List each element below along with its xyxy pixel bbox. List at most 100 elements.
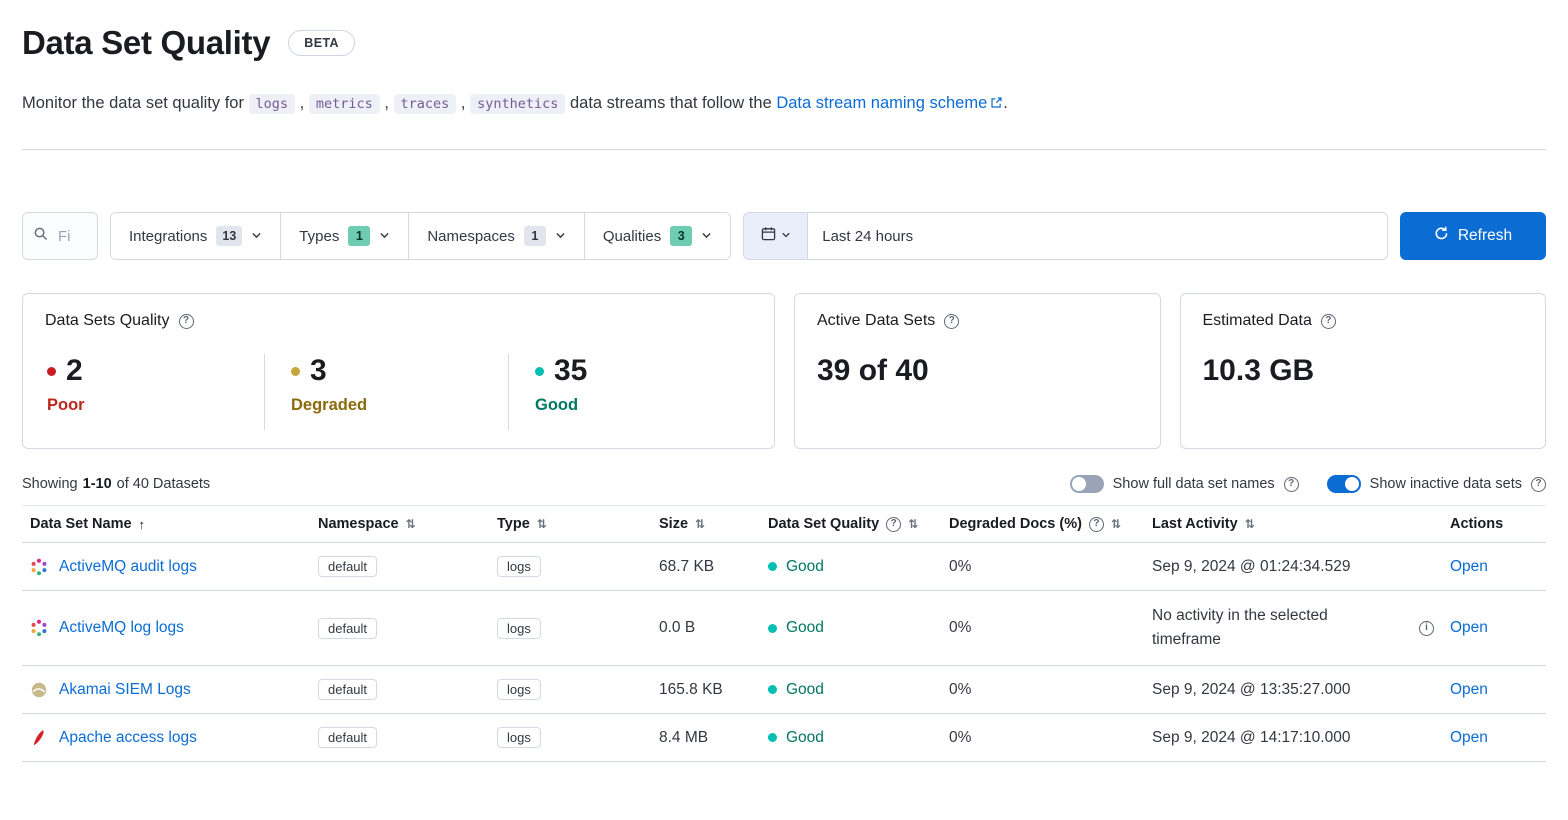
table-toggles: Show full data set names ? Show inactive… — [1070, 475, 1546, 493]
filter-namespaces[interactable]: Namespaces 1 — [408, 213, 584, 259]
page-title: Data Set Quality — [22, 24, 270, 62]
chevron-down-icon — [781, 227, 791, 245]
col-actions: Actions — [1442, 506, 1546, 543]
open-link[interactable]: Open — [1450, 619, 1488, 636]
refresh-button[interactable]: Refresh — [1400, 212, 1546, 260]
date-quick-select-button[interactable] — [744, 213, 808, 259]
show-inactive-switch[interactable] — [1327, 475, 1361, 493]
question-icon[interactable]: ? — [1531, 477, 1546, 492]
period: . — [1003, 94, 1008, 112]
filter-integrations[interactable]: Integrations 13 — [111, 213, 280, 259]
col-quality[interactable]: Data Set Quality? ⇅ — [760, 506, 941, 543]
namespace-badge: default — [318, 679, 377, 700]
col-actions-label: Actions — [1450, 516, 1503, 532]
stream-badge-traces: traces — [394, 94, 457, 114]
filter-label: Integrations — [129, 228, 207, 245]
search-box — [22, 212, 98, 260]
show-full-names-switch[interactable] — [1070, 475, 1104, 493]
size-value: 165.8 KB — [659, 681, 723, 698]
col-degraded-label: Degraded Docs (%) — [949, 516, 1082, 532]
panel-title: Active Data Sets — [817, 312, 935, 330]
type-badge: logs — [497, 618, 541, 639]
col-name[interactable]: Data Set Name↑ — [22, 506, 310, 543]
sortable-icon: ⇅ — [695, 517, 705, 531]
col-quality-label: Data Set Quality — [768, 516, 879, 532]
question-icon[interactable]: ? — [1284, 477, 1299, 492]
sortable-icon: ⇅ — [1245, 517, 1255, 531]
sortable-icon: ⇅ — [1111, 517, 1121, 531]
col-size[interactable]: Size⇅ — [651, 506, 760, 543]
filter-types[interactable]: Types 1 — [280, 213, 408, 259]
dataset-link[interactable]: Akamai SIEM Logs — [59, 681, 191, 699]
degraded-label: Degraded — [291, 396, 508, 415]
question-icon[interactable]: ? — [944, 314, 959, 329]
degraded-docs-value: 0% — [949, 619, 971, 636]
poor-value: 2 — [66, 354, 83, 388]
question-icon[interactable]: ? — [886, 517, 901, 532]
quality-value: Good — [786, 681, 824, 699]
sort-asc-icon: ↑ — [139, 517, 146, 532]
naming-scheme-link[interactable]: Data stream naming scheme — [776, 94, 987, 112]
quality-value: Good — [786, 729, 824, 747]
filter-count-badge: 13 — [216, 226, 242, 246]
estimated-data-panel: Estimated Data ? 10.3 GB — [1180, 293, 1547, 449]
stat-degraded: 3 Degraded — [264, 354, 508, 430]
table-row: ActiveMQ log logs default logs 0.0 B Goo… — [22, 591, 1546, 666]
timerange-value[interactable]: Last 24 hours — [808, 213, 927, 259]
dataset-link[interactable]: ActiveMQ audit logs — [59, 558, 197, 576]
size-value: 8.4 MB — [659, 729, 708, 746]
col-degraded[interactable]: Degraded Docs (%)? ⇅ — [941, 506, 1144, 543]
chevron-down-icon — [379, 228, 390, 245]
good-value: 35 — [554, 354, 587, 388]
poor-dot — [47, 367, 56, 376]
calendar-icon — [761, 226, 776, 246]
open-link[interactable]: Open — [1450, 558, 1488, 575]
datasets-table: Data Set Name↑ Namespace⇅ Type ⇅ Size⇅ Da… — [22, 505, 1546, 762]
sortable-icon: ⇅ — [406, 517, 416, 531]
degraded-value: 3 — [310, 354, 327, 388]
search-input[interactable] — [56, 227, 87, 246]
stream-badge-synthetics: synthetics — [470, 94, 565, 114]
page-header: Data Set Quality BETA — [22, 24, 1546, 62]
header-divider — [22, 149, 1546, 150]
question-icon[interactable]: ? — [179, 314, 194, 329]
beta-badge: BETA — [288, 30, 355, 56]
filter-count-badge: 1 — [348, 226, 370, 246]
col-type[interactable]: Type ⇅ — [489, 506, 651, 543]
filter-qualities[interactable]: Qualities 3 — [584, 213, 730, 259]
col-type-label: Type — [497, 516, 530, 532]
stream-badge-metrics: metrics — [309, 94, 380, 114]
showing-suffix: of 40 Datasets — [117, 476, 211, 492]
apache-icon — [30, 729, 48, 747]
dataset-link[interactable]: Apache access logs — [59, 729, 197, 747]
filter-label: Namespaces — [427, 228, 515, 245]
col-last-activity-label: Last Activity — [1152, 516, 1238, 532]
panel-title: Data Sets Quality — [45, 312, 170, 330]
col-namespace[interactable]: Namespace⇅ — [310, 506, 489, 543]
question-icon[interactable]: ? — [1089, 517, 1104, 532]
filter-bar: Integrations 13 Types 1 Namespaces 1 Qua… — [22, 212, 1546, 260]
summary-panels: Data Sets Quality ? 2 Poor 3 Degraded 35… — [22, 293, 1546, 449]
sortable-icon: ⇅ — [537, 517, 547, 531]
last-activity-value: Sep 9, 2024 @ 01:24:34.529 — [1152, 558, 1350, 575]
dataset-quality-page: Data Set Quality BETA Monitor the data s… — [0, 0, 1568, 762]
description-text: Monitor the data set quality for — [22, 94, 244, 112]
filter-group: Integrations 13 Types 1 Namespaces 1 Qua… — [110, 212, 731, 260]
showing-range: 1-10 — [83, 476, 112, 492]
toggle-show-full-names: Show full data set names ? — [1070, 475, 1299, 493]
filter-label: Types — [299, 228, 339, 245]
question-icon[interactable]: ? — [1321, 314, 1336, 329]
comma: , — [384, 94, 389, 112]
info-icon[interactable]: i — [1419, 621, 1434, 636]
type-badge: logs — [497, 679, 541, 700]
activemq-icon — [30, 619, 48, 637]
degraded-docs-value: 0% — [949, 681, 971, 698]
sortable-icon: ⇅ — [908, 517, 918, 531]
dataset-link[interactable]: ActiveMQ log logs — [59, 619, 184, 637]
table-meta-row: Showing 1-10 of 40 Datasets Show full da… — [22, 475, 1546, 493]
table-row: Apache access logs default logs 8.4 MB G… — [22, 714, 1546, 762]
quality-stats: 2 Poor 3 Degraded 35 Good — [45, 354, 752, 430]
open-link[interactable]: Open — [1450, 729, 1488, 746]
col-last-activity[interactable]: Last Activity ⇅ — [1144, 506, 1442, 543]
open-link[interactable]: Open — [1450, 681, 1488, 698]
